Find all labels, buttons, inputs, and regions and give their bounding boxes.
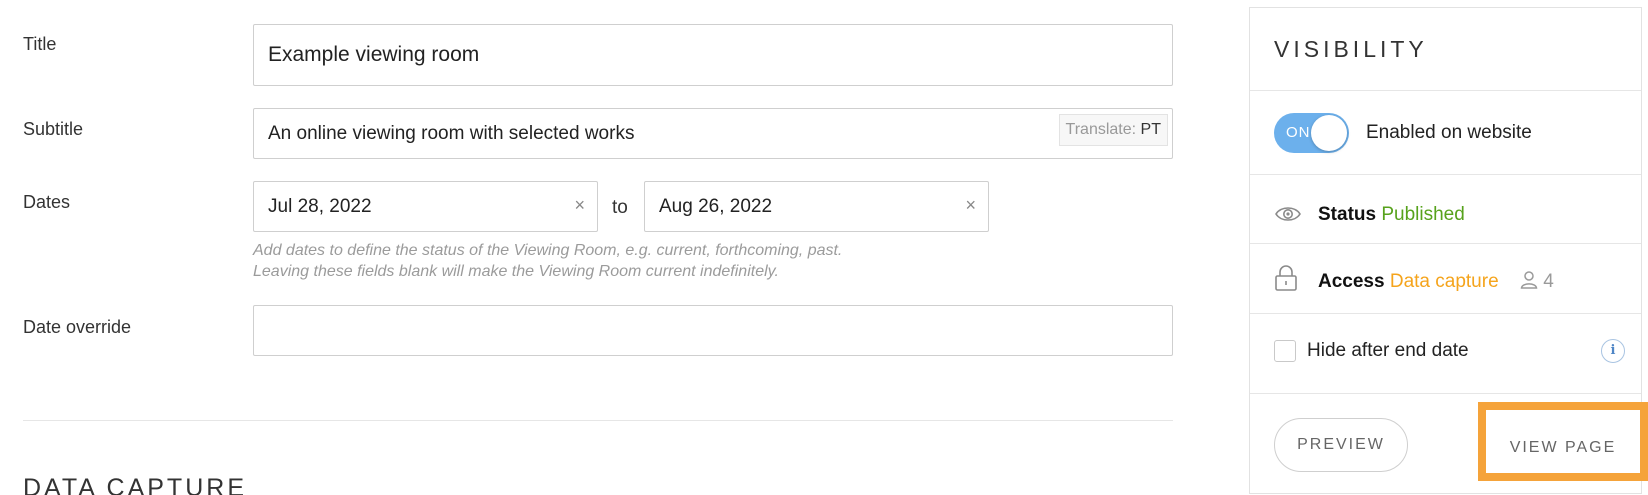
dates-hint-line-2: Leaving these fields blank will make the… [253, 263, 779, 280]
date-override-label: Date override [23, 317, 132, 337]
start-date-input[interactable]: Jul 28, 2022 × [253, 181, 598, 232]
subtitle-label: Subtitle [23, 119, 84, 139]
visibility-title: VISIBILITY [1274, 36, 1428, 62]
preview-button[interactable]: PREVIEW [1274, 418, 1408, 472]
subtitle-input[interactable]: An online viewing room with selected wor… [253, 108, 1173, 159]
end-date-input[interactable]: Aug 26, 2022 × [644, 181, 989, 232]
panel-divider [1250, 174, 1641, 175]
hide-after-end-date-checkbox[interactable] [1274, 340, 1296, 362]
clear-end-date-icon[interactable]: × [965, 195, 976, 216]
lock-icon [1274, 264, 1298, 297]
access-key: Access [1318, 271, 1385, 292]
panel-divider [1250, 393, 1641, 394]
panel-divider [1250, 243, 1641, 244]
subtitle-value: An online viewing room with selected wor… [268, 123, 635, 144]
translate-label: Translate: [1065, 121, 1137, 138]
clear-start-date-icon[interactable]: × [574, 195, 585, 216]
hide-after-end-date-label: Hide after end date [1307, 340, 1469, 361]
date-override-input[interactable] [253, 305, 1173, 356]
toggle-description: Enabled on website [1366, 122, 1532, 143]
status-row: Status Published [1318, 204, 1465, 226]
dates-hint-line-1: Add dates to define the status of the Vi… [253, 242, 843, 259]
title-input[interactable]: Example viewing room [253, 24, 1173, 86]
panel-divider [1250, 90, 1641, 91]
toggle-state-label: ON [1286, 124, 1311, 141]
view-page-highlight [1478, 402, 1648, 481]
data-capture-heading: DATA CAPTURE [23, 474, 247, 495]
dates-to-text: to [612, 197, 628, 218]
start-date-value: Jul 28, 2022 [268, 196, 372, 217]
info-icon[interactable]: i [1601, 339, 1625, 363]
status-key: Status [1318, 204, 1377, 225]
user-icon [1520, 271, 1538, 289]
website-visibility-toggle[interactable]: ON [1274, 113, 1349, 153]
access-value[interactable]: Data capture [1390, 271, 1499, 292]
translate-language: PT [1140, 121, 1161, 138]
panel-divider [1250, 313, 1641, 314]
title-label: Title [23, 34, 57, 54]
access-user-count: 4 [1543, 271, 1554, 292]
eye-icon [1274, 203, 1302, 230]
dates-label: Dates [23, 192, 71, 212]
title-value: Example viewing room [268, 43, 480, 66]
status-value: Published [1381, 204, 1465, 225]
end-date-value: Aug 26, 2022 [659, 196, 773, 217]
toggle-knob [1311, 115, 1347, 151]
access-users: 4 [1520, 271, 1554, 292]
translate-button[interactable]: Translate: PT [1058, 114, 1168, 146]
section-divider [23, 420, 1173, 421]
access-row: Access Data capture 4 [1318, 270, 1554, 293]
